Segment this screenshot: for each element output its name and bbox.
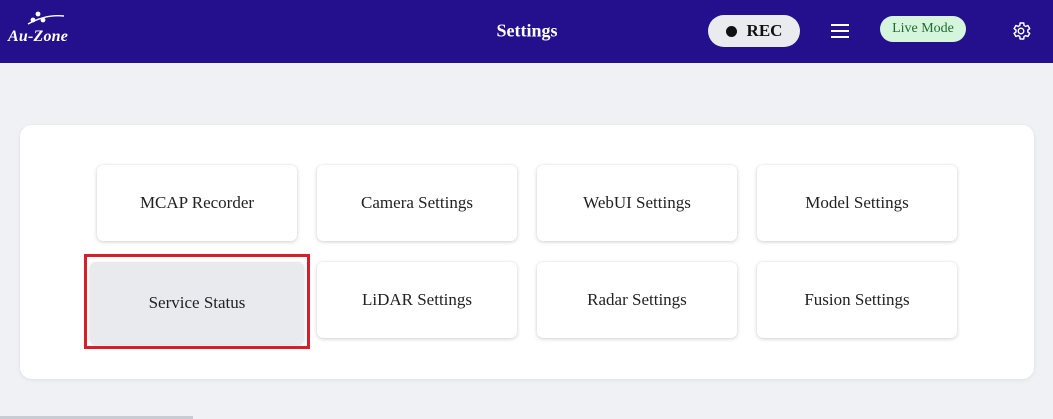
logo-dots-icon	[27, 11, 65, 25]
record-button[interactable]: REC	[708, 15, 800, 47]
page-title: Settings	[496, 20, 558, 41]
fusion-settings-card[interactable]: Fusion Settings	[757, 262, 957, 338]
logo-text: Au-Zone	[8, 28, 69, 45]
live-mode-badge[interactable]: Live Mode	[880, 16, 966, 42]
service-status-card[interactable]: Service Status	[90, 262, 304, 344]
record-button-label: REC	[746, 21, 783, 40]
lidar-settings-card[interactable]: LiDAR Settings	[317, 262, 517, 338]
mcap-recorder-card[interactable]: MCAP Recorder	[97, 165, 297, 241]
camera-settings-card[interactable]: Camera Settings	[317, 165, 517, 241]
au-zone-logo[interactable]: Au-Zone	[8, 10, 78, 50]
hamburger-menu-icon[interactable]	[830, 22, 850, 40]
radar-settings-card[interactable]: Radar Settings	[537, 262, 737, 338]
webui-settings-card[interactable]: WebUI Settings	[537, 165, 737, 241]
record-dot-icon	[725, 25, 737, 37]
model-settings-card[interactable]: Model Settings	[757, 165, 957, 241]
top-navigation-bar: Au-Zone Settings REC Live Mode	[0, 0, 1053, 63]
gear-icon[interactable]	[1010, 20, 1032, 42]
